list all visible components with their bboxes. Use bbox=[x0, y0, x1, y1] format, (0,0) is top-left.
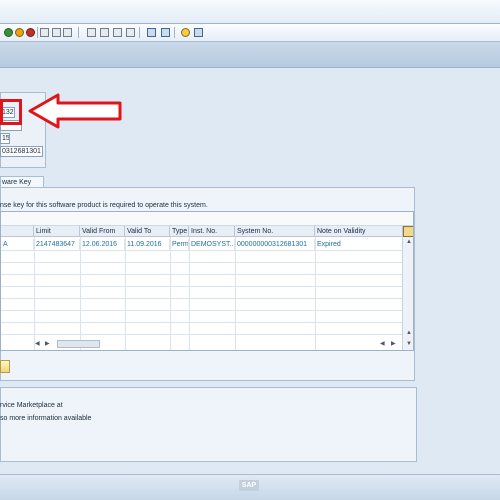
first-page-icon[interactable] bbox=[87, 28, 96, 37]
row-divider bbox=[1, 298, 403, 299]
info-text: so more information available bbox=[0, 415, 92, 422]
table-toolbar bbox=[1, 212, 413, 226]
toolbar-separator bbox=[78, 27, 79, 38]
table-cell[interactable]: Perm bbox=[170, 239, 189, 250]
scroll-left-icon[interactable]: ◀ bbox=[35, 340, 40, 348]
table-cell[interactable]: 000000000312681301 bbox=[235, 239, 315, 250]
scroll-down-icon[interactable]: ▼ bbox=[406, 340, 412, 348]
description-text: nse key for this software product is req… bbox=[0, 202, 208, 209]
find-next-icon[interactable] bbox=[63, 28, 72, 37]
column-header[interactable]: Type bbox=[170, 226, 189, 237]
scroll-right-icon[interactable]: ▶ bbox=[391, 340, 396, 348]
column-divider bbox=[34, 237, 35, 350]
new-session-icon[interactable] bbox=[147, 28, 156, 37]
scroll-thumb[interactable] bbox=[57, 340, 100, 348]
scroll-up-icon[interactable]: ▲ bbox=[406, 329, 412, 337]
scroll-up-icon[interactable]: ▲ bbox=[406, 238, 412, 246]
column-header[interactable] bbox=[1, 226, 34, 237]
info-text: rvice Marketplace at bbox=[0, 402, 63, 409]
pointer-arrow bbox=[28, 93, 122, 129]
column-divider bbox=[170, 237, 171, 350]
table-cell[interactable]: Expired bbox=[315, 239, 403, 250]
toolbar-separator bbox=[139, 27, 140, 38]
previous-page-icon[interactable] bbox=[100, 28, 109, 37]
table-cell[interactable]: 12.06.2016 bbox=[80, 239, 125, 250]
row-divider bbox=[1, 286, 403, 287]
table-cell[interactable]: A bbox=[1, 239, 34, 250]
column-header[interactable]: Note on Validity bbox=[315, 226, 403, 237]
row-divider bbox=[1, 250, 403, 251]
column-header[interactable]: Inst. No. bbox=[189, 226, 235, 237]
table-cell[interactable]: DEMOSYST... bbox=[189, 239, 235, 250]
horizontal-scrollbar[interactable]: ◀ ▶ ◀ ▶ bbox=[0, 338, 402, 350]
back-icon[interactable] bbox=[4, 28, 13, 37]
column-header[interactable]: Limit bbox=[34, 226, 80, 237]
find-icon[interactable] bbox=[52, 28, 61, 37]
screen-title-bar bbox=[0, 42, 500, 68]
sap-logo: SAP bbox=[239, 480, 259, 491]
column-divider bbox=[80, 237, 81, 350]
next-page-icon[interactable] bbox=[113, 28, 122, 37]
toolbar-separator bbox=[174, 27, 175, 38]
table-cell[interactable]: 2147483647 bbox=[34, 239, 80, 250]
exit-icon[interactable] bbox=[15, 28, 24, 37]
title-bar bbox=[0, 0, 500, 24]
column-divider bbox=[315, 237, 316, 350]
row-divider bbox=[1, 310, 403, 311]
info-panel bbox=[0, 387, 417, 462]
row-divider bbox=[1, 322, 403, 323]
action-button[interactable] bbox=[0, 360, 10, 373]
input-field[interactable]: 15 bbox=[0, 133, 10, 144]
cancel-icon[interactable] bbox=[26, 28, 35, 37]
column-divider bbox=[189, 237, 190, 350]
row-divider bbox=[1, 334, 403, 335]
column-header[interactable]: Valid From bbox=[80, 226, 125, 237]
column-header[interactable]: System No. bbox=[235, 226, 315, 237]
toolbar-separator bbox=[37, 27, 38, 38]
last-page-icon[interactable] bbox=[126, 28, 135, 37]
standard-toolbar bbox=[0, 24, 500, 42]
column-divider bbox=[125, 237, 126, 350]
row-divider bbox=[1, 274, 403, 275]
row-divider bbox=[1, 262, 403, 263]
column-divider bbox=[235, 237, 236, 350]
table-cell[interactable]: 11.09.2016 bbox=[125, 239, 170, 250]
license-key-table: Limit Valid From Valid To Type Inst. No.… bbox=[0, 211, 414, 351]
scroll-left-icon[interactable]: ◀ bbox=[380, 340, 385, 348]
highlight-box bbox=[0, 99, 22, 125]
layout-menu-icon[interactable] bbox=[194, 28, 203, 37]
help-icon[interactable] bbox=[181, 28, 190, 37]
column-header[interactable]: Valid To bbox=[125, 226, 170, 237]
shortcut-icon[interactable] bbox=[161, 28, 170, 37]
print-icon[interactable] bbox=[40, 28, 49, 37]
layout-settings-icon[interactable] bbox=[403, 226, 413, 237]
scroll-right-icon[interactable]: ▶ bbox=[45, 340, 50, 348]
vertical-scrollbar[interactable]: ▲ ▲ ▼ bbox=[402, 237, 413, 350]
system-number-field[interactable]: 0312681301 bbox=[0, 146, 43, 157]
